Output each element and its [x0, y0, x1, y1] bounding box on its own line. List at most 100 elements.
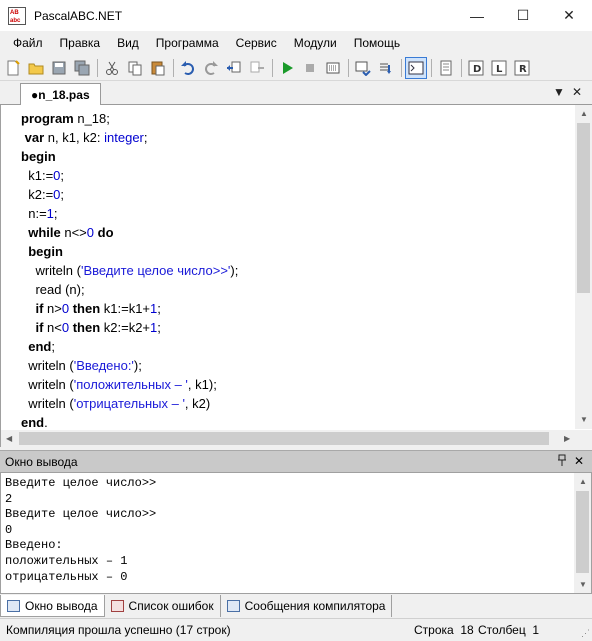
copy-icon[interactable] — [124, 57, 146, 79]
debug-step-into-icon[interactable] — [375, 57, 397, 79]
output-vertical-scrollbar[interactable]: ▲ ▼ — [574, 473, 591, 593]
output-window[interactable]: Введите целое число>> 2 Введите целое числ… — [0, 472, 592, 594]
cursor-line: Строка 18 — [414, 623, 474, 637]
code-token: writeln ( — [21, 377, 74, 392]
code-token: n> — [43, 301, 62, 316]
undo-icon[interactable] — [177, 57, 199, 79]
code-line[interactable]: writeln ('отрицательных – ', k2) — [21, 394, 571, 413]
code-token: end — [21, 415, 45, 430]
scroll-right-icon[interactable]: ▶ — [564, 434, 570, 443]
paste-icon[interactable] — [147, 57, 169, 79]
output-window-icon[interactable] — [405, 56, 427, 79]
output-panel-title: Окно вывода — [5, 454, 78, 469]
tab-error-list[interactable]: Список ошибок — [105, 595, 221, 617]
code-token: ); — [230, 263, 239, 278]
navigate-back-icon[interactable] — [223, 57, 245, 79]
code-line[interactable]: begin — [21, 147, 571, 166]
code-line[interactable]: program n_18; — [21, 109, 571, 128]
open-folder-icon[interactable] — [25, 57, 47, 79]
scroll-down-icon[interactable]: ▼ — [580, 415, 588, 424]
menu-view[interactable]: Вид — [110, 36, 146, 50]
tab-close-icon[interactable]: ✕ — [572, 85, 582, 99]
redo-icon[interactable] — [200, 57, 222, 79]
scroll-up-icon[interactable]: ▲ — [579, 477, 587, 486]
save-icon[interactable] — [48, 57, 70, 79]
code-token: k2:=k2+ — [100, 320, 151, 335]
run-icon[interactable] — [276, 57, 298, 79]
code-token: k2:= — [21, 187, 54, 202]
code-line[interactable]: if n<0 then k2:=k2+1; — [21, 318, 571, 337]
menu-program[interactable]: Программа — [149, 36, 226, 50]
output-vertical-scroll-thumb[interactable] — [576, 491, 589, 573]
code-line[interactable]: read (n); — [21, 280, 571, 299]
svg-text:L: L — [496, 64, 503, 75]
reference-icon[interactable]: R — [511, 57, 533, 79]
menu-bar: Файл Правка Вид Программа Сервис Модули … — [0, 31, 592, 55]
save-all-icon[interactable] — [71, 57, 93, 79]
code-line[interactable]: if n>0 then k1:=k1+1; — [21, 299, 571, 318]
debug-step-icon[interactable] — [352, 57, 374, 79]
output-window-icon — [7, 599, 20, 612]
output-line: положительных – 1 — [5, 553, 128, 568]
stop-icon[interactable] — [299, 57, 321, 79]
code-line[interactable]: n:=1; — [21, 204, 571, 223]
code-token: 'Введите целое число>>' — [80, 263, 231, 278]
scroll-left-icon[interactable]: ◀ — [6, 434, 12, 443]
close-button[interactable]: ✕ — [546, 0, 592, 31]
code-token: n<> — [60, 225, 87, 240]
menu-edit[interactable]: Правка — [53, 36, 108, 50]
menu-modules[interactable]: Модули — [287, 36, 344, 50]
menu-service[interactable]: Сервис — [229, 36, 284, 50]
code-line[interactable]: while n<>0 do — [21, 223, 571, 242]
code-line[interactable]: k1:=0; — [21, 166, 571, 185]
code-line[interactable]: writeln ('Введено:'); — [21, 356, 571, 375]
editor-vertical-scroll-thumb[interactable] — [577, 123, 590, 293]
svg-text:R: R — [519, 64, 527, 75]
tab-list-dropdown-icon[interactable]: ▼ — [553, 85, 565, 99]
code-line[interactable]: begin — [21, 242, 571, 261]
tab-compiler-messages[interactable]: Сообщения компилятора — [221, 595, 393, 617]
toolbar-separator — [97, 58, 98, 77]
code-area[interactable]: program n_18; var n, k1, k2: integer; beg… — [21, 109, 571, 432]
output-text: Введите целое число>> 2 Введите целое числ… — [5, 476, 156, 585]
output-close-icon[interactable]: ✕ — [574, 454, 584, 468]
code-line[interactable]: var n, k1, k2: integer; — [21, 128, 571, 147]
cut-icon[interactable] — [101, 57, 123, 79]
code-token: ; — [60, 168, 65, 183]
scroll-down-icon[interactable]: ▼ — [579, 580, 587, 589]
toolbar-separator — [431, 58, 432, 77]
editor-vertical-scrollbar[interactable]: ▲ ▼ — [575, 105, 592, 429]
scroll-up-icon[interactable]: ▲ — [580, 109, 588, 118]
editor-horizontal-scrollbar[interactable]: ◀ ▶ — [1, 430, 592, 447]
code-template-icon[interactable]: D — [465, 57, 487, 79]
code-token: do — [97, 225, 114, 240]
navigate-forward-icon[interactable] — [246, 57, 268, 79]
code-token: while — [28, 225, 61, 240]
editor-horizontal-scroll-thumb[interactable] — [19, 432, 549, 445]
code-token: begin — [21, 149, 56, 164]
maximize-button[interactable]: ☐ — [500, 0, 546, 31]
code-line[interactable]: k2:=0; — [21, 185, 571, 204]
code-line[interactable]: writeln ('Введите целое число>>'); — [21, 261, 571, 280]
toolbar-separator — [348, 58, 349, 77]
code-editor[interactable]: program n_18; var n, k1, k2: integer; beg… — [0, 105, 592, 447]
code-line[interactable]: writeln ('положительных – ', k1); — [21, 375, 571, 394]
svg-text:D: D — [473, 64, 481, 75]
compile-icon[interactable] — [322, 57, 344, 79]
menu-file[interactable]: Файл — [6, 36, 50, 50]
code-token: ; — [157, 301, 161, 316]
toolbar-separator — [401, 58, 402, 77]
vb-icon[interactable]: L — [488, 57, 510, 79]
title-bar: AB abc PascalABC.NET — ☐ ✕ — [0, 0, 592, 31]
pin-icon[interactable] — [557, 454, 567, 469]
new-file-icon[interactable] — [2, 57, 24, 79]
resize-grip-icon[interactable]: ⋰ — [581, 628, 590, 639]
minimize-button[interactable]: — — [454, 0, 500, 31]
menu-help[interactable]: Помощь — [347, 36, 407, 50]
code-line[interactable]: end; — [21, 337, 571, 356]
tab-n-18-pas[interactable]: ●n_18.pas — [20, 83, 101, 106]
output-line: Введено: — [5, 538, 63, 553]
tab-output-window[interactable]: Окно вывода — [0, 595, 105, 617]
form-designer-icon[interactable] — [435, 57, 457, 79]
